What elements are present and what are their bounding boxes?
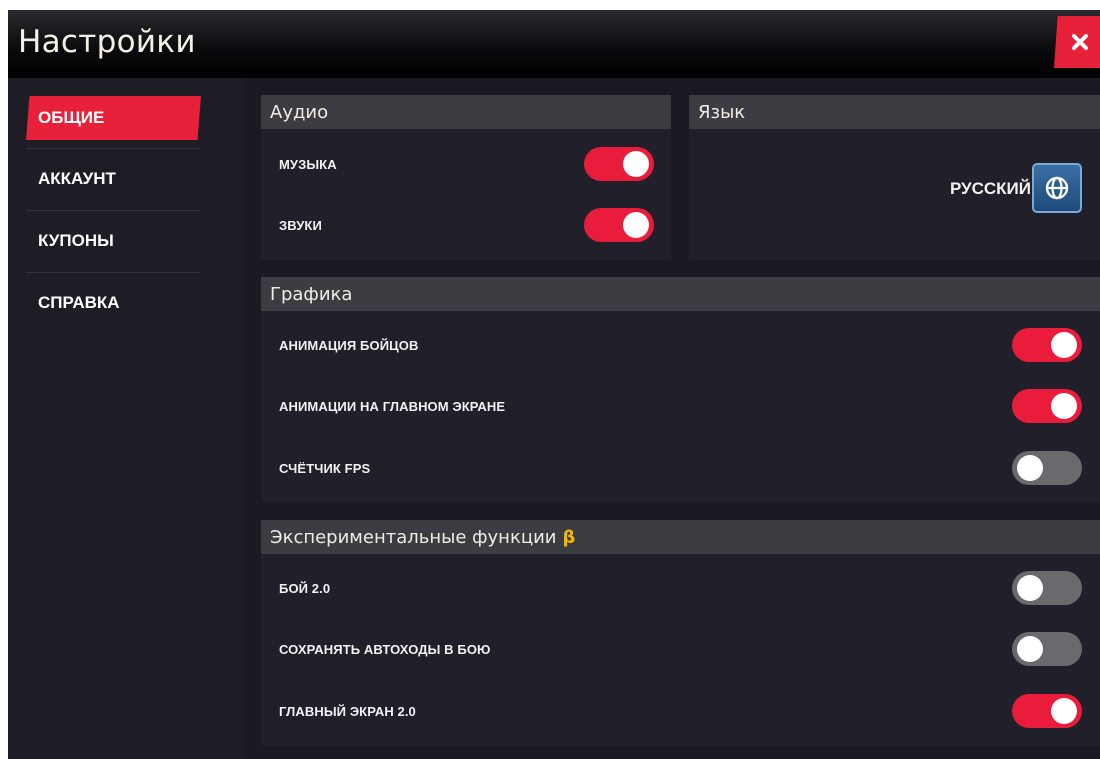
sidebar-item-general[interactable]: ОБЩИЕ: [26, 96, 201, 140]
music-toggle[interactable]: [584, 147, 654, 181]
fighter-animation-label: АНИМАЦИЯ БОЙЦОВ: [279, 338, 419, 353]
close-icon: [1072, 34, 1088, 50]
battle-2-toggle[interactable]: [1012, 571, 1082, 605]
toggle-knob: [1017, 575, 1043, 601]
main-screen-animations-label: АНИМАЦИИ НА ГЛАВНОМ ЭКРАНЕ: [279, 399, 506, 414]
fps-counter-label: СЧЁТЧИК FPS: [279, 461, 371, 476]
audio-panel-title: Аудио: [261, 95, 671, 129]
graphics-panel-title: Графика: [261, 277, 1100, 311]
globe-icon: [1045, 176, 1069, 200]
sidebar-item-help[interactable]: СПРАВКА: [26, 281, 201, 325]
toggle-knob: [1051, 332, 1077, 358]
main-screen-2-label: ГЛАВНЫЙ ЭКРАН 2.0: [279, 704, 416, 719]
divider: [26, 210, 201, 211]
main-screen-2-toggle[interactable]: [1012, 694, 1082, 728]
toggle-knob: [1017, 455, 1043, 481]
sidebar-item-label: АККАУНТ: [38, 169, 116, 188]
save-automoves-toggle[interactable]: [1012, 632, 1082, 666]
divider: [26, 272, 201, 273]
language-select-button[interactable]: [1032, 163, 1082, 213]
toggle-knob: [1051, 698, 1077, 724]
title-bar: Настройки: [8, 10, 1100, 78]
audio-panel: Аудио МУЗЫКА ЗВУКИ: [261, 95, 671, 260]
main-screen-animations-toggle[interactable]: [1012, 389, 1082, 423]
window-title: Настройки: [18, 24, 196, 60]
sidebar-item-account[interactable]: АККАУНТ: [26, 157, 201, 201]
language-panel-title: Язык: [689, 95, 1100, 129]
settings-window: Настройки ОБЩИЕ АККАУНТ КУПОНЫ СПРАВКА А…: [8, 10, 1100, 759]
toggle-knob: [1017, 636, 1043, 662]
sidebar: ОБЩИЕ АККАУНТ КУПОНЫ СПРАВКА: [8, 78, 245, 759]
graphics-panel: Графика АНИМАЦИЯ БОЙЦОВ АНИМАЦИИ НА ГЛАВ…: [261, 277, 1100, 502]
fighter-animation-toggle[interactable]: [1012, 328, 1082, 362]
music-label: МУЗЫКА: [279, 157, 337, 172]
sounds-toggle[interactable]: [584, 208, 654, 242]
toggle-knob: [623, 151, 649, 177]
language-panel: Язык РУССКИЙ: [689, 95, 1100, 260]
experimental-title-text: Экспериментальные функции: [270, 526, 557, 548]
toggle-knob: [623, 212, 649, 238]
sidebar-item-label: ОБЩИЕ: [38, 108, 105, 127]
experimental-panel: Экспериментальные функции β БОЙ 2.0 СОХР…: [261, 520, 1100, 745]
toggle-knob: [1051, 393, 1077, 419]
divider: [26, 148, 201, 149]
language-value: РУССКИЙ: [949, 179, 1031, 198]
experimental-panel-title: Экспериментальные функции β: [261, 520, 1100, 554]
sidebar-item-label: КУПОНЫ: [38, 231, 114, 250]
sidebar-item-label: СПРАВКА: [38, 293, 120, 312]
sounds-label: ЗВУКИ: [279, 218, 322, 233]
beta-badge: β: [562, 526, 576, 548]
sidebar-item-coupons[interactable]: КУПОНЫ: [26, 219, 201, 263]
close-button[interactable]: [1054, 16, 1100, 68]
battle-2-label: БОЙ 2.0: [279, 581, 331, 596]
fps-counter-toggle[interactable]: [1012, 451, 1082, 485]
save-automoves-label: СОХРАНЯТЬ АВТОХОДЫ В БОЮ: [279, 642, 491, 657]
